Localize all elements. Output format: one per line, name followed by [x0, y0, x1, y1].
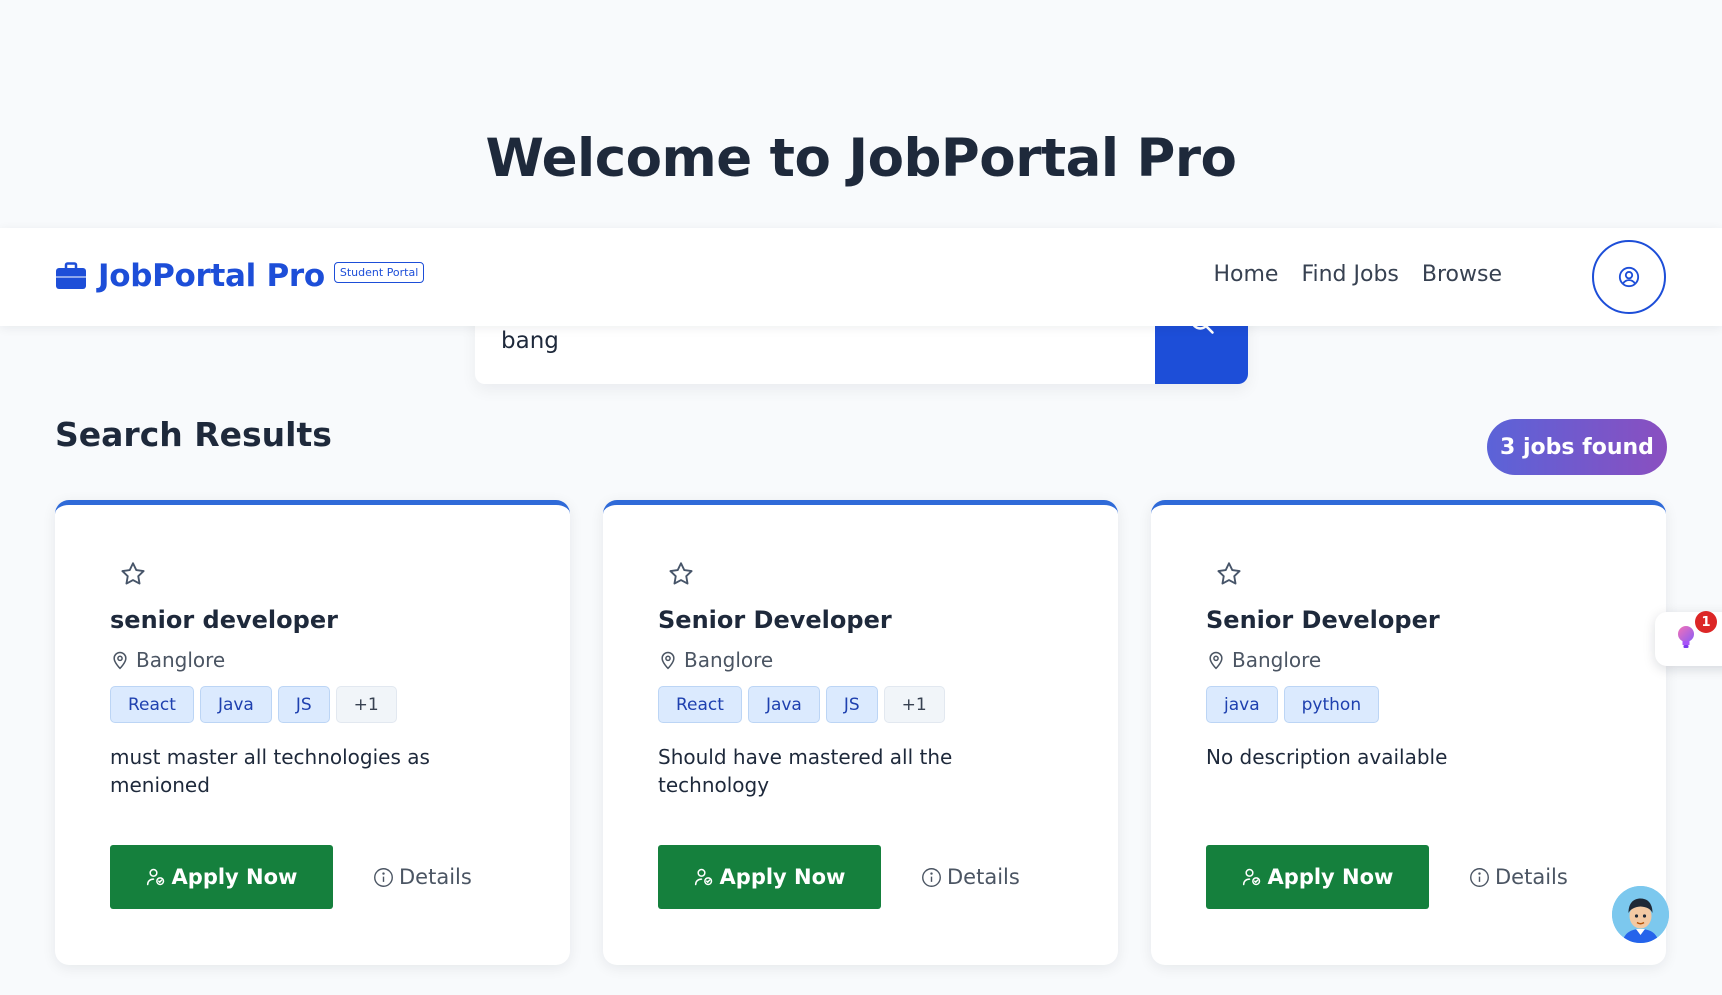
job-title: Senior Developer — [658, 606, 892, 634]
navbar: JobPortal Pro Student Portal Home Find J… — [0, 228, 1722, 326]
results-title: Search Results — [55, 415, 332, 454]
skill-tag: Java — [747, 686, 820, 723]
job-location: Banglore — [1206, 648, 1626, 672]
profile-button[interactable] — [1592, 240, 1666, 314]
apply-now-label: Apply Now — [1267, 865, 1394, 889]
user-check-icon — [146, 868, 164, 886]
skill-tag: java — [1206, 686, 1278, 723]
details-button[interactable]: Details — [373, 865, 472, 889]
search-input[interactable] — [501, 326, 1121, 356]
skill-tag: JS — [277, 686, 330, 723]
job-card: senior developer Banglore React Java JS … — [55, 500, 570, 965]
nav-links: Home Find Jobs Browse — [1213, 262, 1502, 287]
tips-widget[interactable]: 1 — [1655, 611, 1722, 666]
details-label: Details — [1495, 865, 1568, 889]
assistant-avatar[interactable] — [1612, 886, 1669, 943]
apply-now-button[interactable]: Apply Now — [1206, 845, 1429, 909]
map-pin-icon — [661, 651, 675, 670]
brand-name: JobPortal Pro — [98, 258, 325, 294]
notification-badge: 1 — [1695, 611, 1717, 633]
skill-tag: Java — [199, 686, 272, 723]
info-icon — [374, 867, 393, 887]
skill-tag: React — [658, 686, 742, 723]
job-description: Should have mastered all the technology — [658, 745, 953, 797]
job-location-text: Banglore — [1232, 648, 1322, 672]
info-icon — [1470, 867, 1489, 887]
brand-badge: Student Portal — [333, 261, 425, 283]
job-title: senior developer — [110, 606, 338, 634]
job-location-text: Banglore — [684, 648, 774, 672]
apply-now-label: Apply Now — [719, 865, 846, 889]
more-skills-tag: +1 — [883, 686, 945, 723]
job-card: Senior Developer Banglore java python No… — [1151, 500, 1666, 965]
jobs-count-badge: 3 jobs found — [1487, 419, 1667, 475]
job-location-text: Banglore — [136, 648, 226, 672]
job-description: must master all technologies as menioned — [110, 745, 430, 797]
skill-tag: python — [1283, 686, 1380, 723]
skill-tag: React — [110, 686, 194, 723]
nav-link-browse[interactable]: Browse — [1422, 262, 1502, 287]
user-circle-icon — [1618, 266, 1640, 288]
job-location: Banglore — [658, 648, 1078, 672]
job-card: Senior Developer Banglore React Java JS … — [603, 500, 1118, 965]
star-icon[interactable] — [667, 560, 695, 588]
job-description: No description available — [1206, 745, 1448, 769]
skill-tags: java python — [1206, 686, 1626, 723]
map-pin-icon — [1209, 651, 1223, 670]
assistant-character-icon — [1612, 886, 1669, 943]
more-skills-tag: +1 — [335, 686, 397, 723]
job-location: Banglore — [110, 648, 530, 672]
details-label: Details — [399, 865, 472, 889]
lightbulb-icon — [1678, 626, 1694, 648]
apply-now-label: Apply Now — [171, 865, 298, 889]
nav-link-home[interactable]: Home — [1213, 262, 1278, 287]
star-icon[interactable] — [119, 560, 147, 588]
skill-tags: React Java JS +1 — [110, 686, 530, 723]
skill-tags: React Java JS +1 — [658, 686, 1078, 723]
details-label: Details — [947, 865, 1020, 889]
info-icon — [922, 867, 941, 887]
nav-link-find-jobs[interactable]: Find Jobs — [1301, 262, 1398, 287]
user-check-icon — [1242, 868, 1260, 886]
user-check-icon — [694, 868, 712, 886]
hero-title: Welcome to JobPortal Pro — [485, 128, 1237, 189]
briefcase-icon — [56, 262, 86, 289]
brand-logo[interactable]: JobPortal Pro Student Portal — [55, 258, 425, 294]
details-button[interactable]: Details — [1469, 865, 1568, 889]
star-icon[interactable] — [1215, 560, 1243, 588]
skill-tag: JS — [825, 686, 878, 723]
map-pin-icon — [113, 651, 127, 670]
details-button[interactable]: Details — [921, 865, 1020, 889]
apply-now-button[interactable]: Apply Now — [658, 845, 881, 909]
apply-now-button[interactable]: Apply Now — [110, 845, 333, 909]
job-title: Senior Developer — [1206, 606, 1440, 634]
